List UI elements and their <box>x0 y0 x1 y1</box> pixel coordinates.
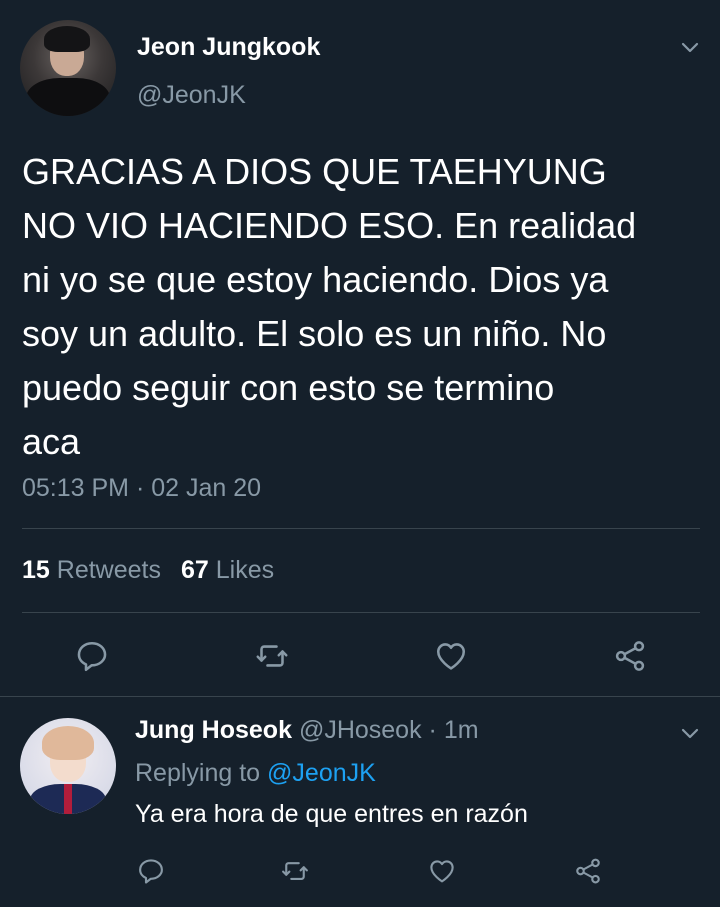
author-handle[interactable]: @JeonJK <box>137 81 246 110</box>
tweet-stats: 15 Retweets 67 Likes <box>22 556 274 585</box>
retweet-icon[interactable] <box>275 851 315 891</box>
avatar[interactable] <box>20 20 116 116</box>
likes-label: Likes <box>215 556 275 584</box>
retweet-icon[interactable] <box>252 636 292 676</box>
retweets-stat[interactable]: 15 Retweets <box>22 556 161 584</box>
retweets-label: Retweets <box>56 556 161 584</box>
share-icon[interactable] <box>610 636 650 676</box>
reply-icon[interactable] <box>131 851 171 891</box>
section-divider <box>0 696 720 697</box>
author-display-name[interactable]: Jeon Jungkook <box>137 33 320 62</box>
retweets-count: 15 <box>22 556 50 584</box>
reply-text: Ya era hora de que entres en razón <box>135 800 528 828</box>
chevron-down-icon[interactable] <box>679 722 701 744</box>
reply-display-name[interactable]: Jung Hoseok <box>135 716 292 744</box>
reply-handle[interactable]: @JHoseok <box>299 716 422 744</box>
separator: · <box>428 716 437 744</box>
reply-header: Jung Hoseok @JHoseok · 1m <box>135 716 479 745</box>
chevron-down-icon[interactable] <box>679 36 701 58</box>
main-tweet: Jeon Jungkook @JeonJK GRACIAS A DIOS QUE… <box>0 0 720 696</box>
replying-prefix: Replying to <box>135 759 261 787</box>
divider <box>22 612 700 613</box>
tweet-timestamp[interactable]: 05:13 PM · 02 Jan 20 <box>22 474 261 503</box>
like-icon[interactable] <box>431 636 471 676</box>
likes-count: 67 <box>180 556 209 584</box>
avatar[interactable] <box>20 718 116 814</box>
mention-link[interactable]: @JeonJK <box>267 759 376 787</box>
tweet-text: GRACIAS A DIOS QUE TAEHYUNG NO VIO HACIE… <box>22 151 637 462</box>
share-icon[interactable] <box>568 851 608 891</box>
replying-to: Replying to @JeonJK <box>135 759 376 788</box>
likes-stat[interactable]: 67 Likes <box>181 556 274 584</box>
reply-time: 1m <box>443 716 479 744</box>
reply-icon[interactable] <box>72 636 112 676</box>
divider <box>22 528 700 529</box>
like-icon[interactable] <box>422 851 462 891</box>
